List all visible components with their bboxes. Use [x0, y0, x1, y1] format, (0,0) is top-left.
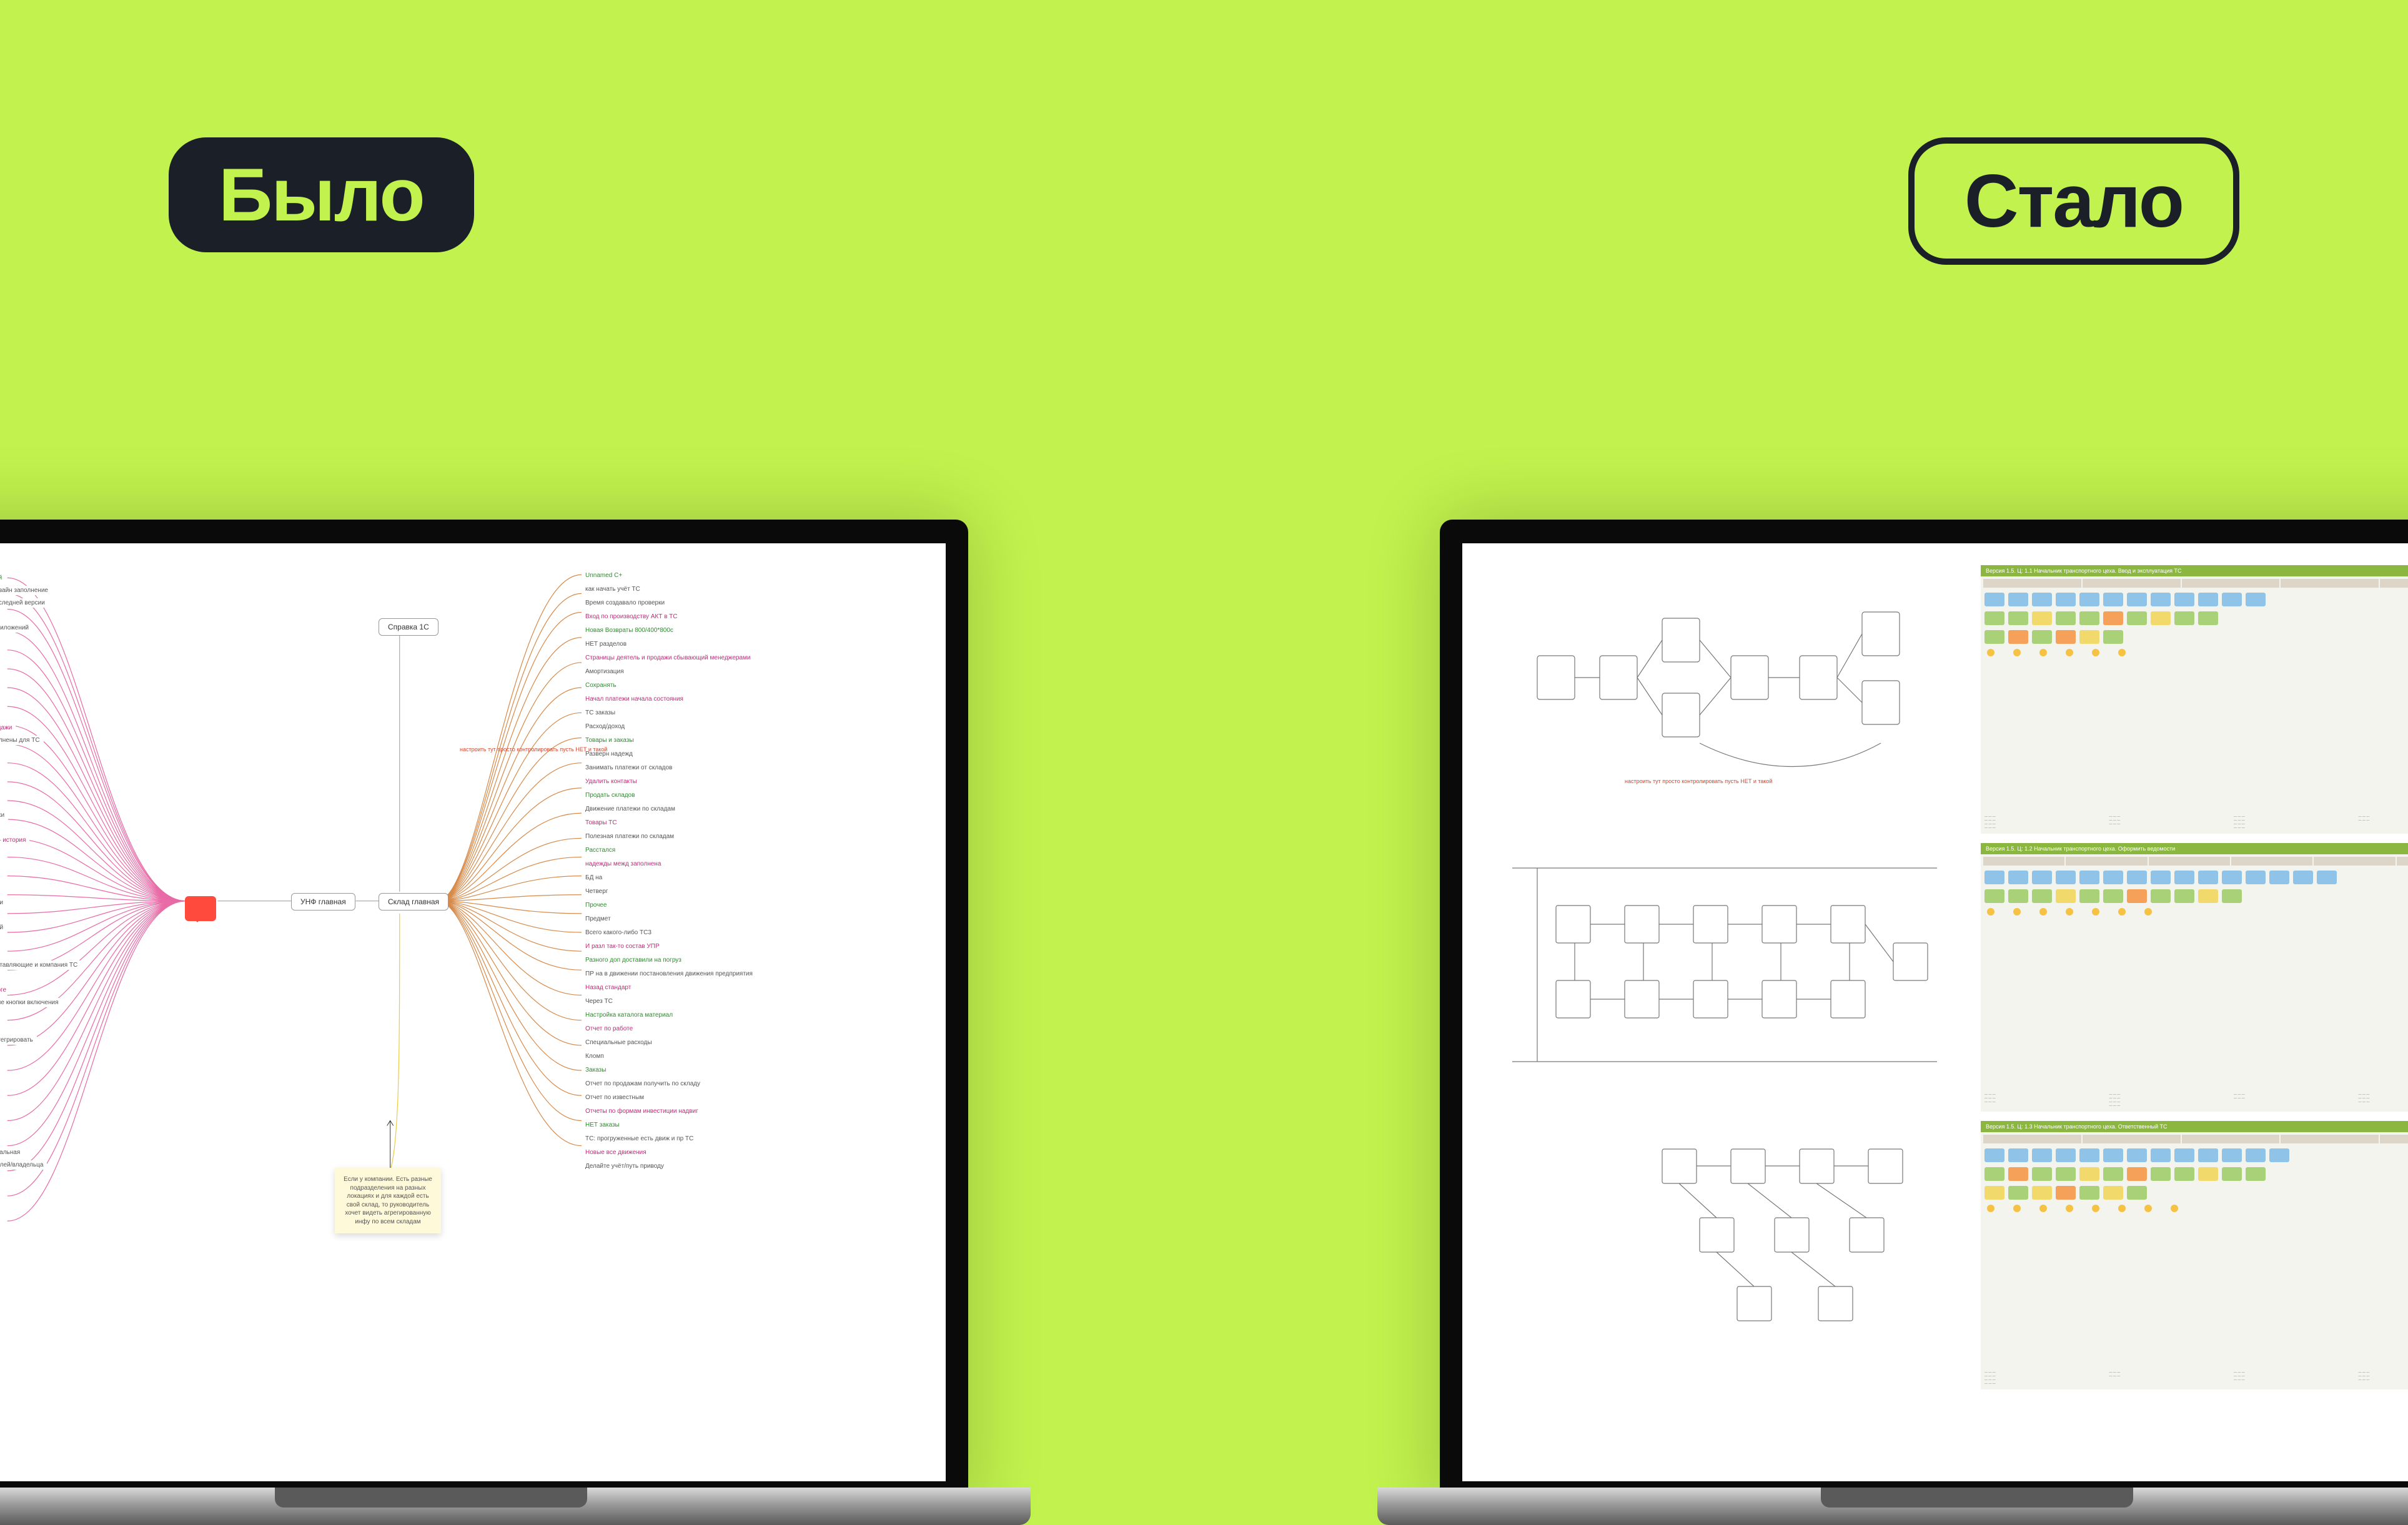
laptop-base: [0, 1488, 1031, 1525]
mindmap-right-node: Амортизация: [582, 667, 628, 676]
mindmap-right-node: Делайте учёт/путь приводу: [582, 1162, 668, 1171]
mindmap-right-node: Отчет по продажам получить по складу: [582, 1079, 704, 1088]
laptop-after: настроить тут просто контролировать пуст…: [1440, 520, 2408, 1519]
mindmap-right-node: Новые все движения: [582, 1148, 650, 1157]
mindmap-left-node: указанные документы заполнены для ТС: [0, 736, 44, 745]
badge-after-text: Стало: [1965, 159, 2183, 243]
mindmap-right-node: Отчеты по формам инвестиции надвиг: [582, 1107, 702, 1116]
mindmap-right-node: Продать складов: [582, 791, 638, 800]
mindmap-right-node: Unnamed C+: [582, 571, 626, 580]
laptop-notch: [1821, 1488, 2133, 1508]
mindmap-right-node: Товары и заказы: [582, 736, 638, 745]
mindmap-right-node: Страницы деятель и продажи сбывающий мен…: [582, 653, 755, 663]
laptop-base: [1377, 1488, 2408, 1525]
mindmap-right-node: Движение платежи по складам: [582, 804, 679, 814]
journey-card-title: Версия 1.5. Ц: 1.3 Начальник транспортно…: [1981, 1121, 2408, 1132]
mindmap-right-node: Прочее: [582, 901, 610, 910]
mindmap-left-node: экспедиции вводить платежи: [0, 811, 8, 820]
laptop-screen-before: УНФ главная Склад главная Справка 1С Чис…: [0, 543, 946, 1481]
laptop-notch: [275, 1488, 587, 1508]
mindmap-right-node: Удалить контакты: [582, 777, 641, 786]
sticky-note: Если у компании. Есть разные подразделен…: [335, 1168, 441, 1233]
mindmap-right-node: Разного доп доставили на погруз: [582, 955, 685, 965]
mindmap-top-node: Справка 1С: [379, 618, 438, 636]
badge-before: Было: [169, 137, 474, 252]
mindmap-left-node: Сотрудники экранов минимальная: [0, 1148, 24, 1157]
journey-card-2: Версия 1.5. Ц: 1.2 Начальник транспортно…: [1981, 843, 2408, 1112]
mindmap-red-caption: настроить тут просто контролировать пуст…: [460, 746, 607, 753]
mindmap-right-node: БД на: [582, 873, 606, 882]
mindmap-right-node: Назад стандарт: [582, 983, 635, 992]
mindmap-canvas: УНФ главная Склад главная Справка 1С Чис…: [0, 543, 946, 1481]
mindmap-left-node: Добавление потенц заказа и: [0, 898, 7, 907]
mindmap-right-node: Четверг: [582, 887, 612, 896]
mindmap-right-node: Расход/доход: [582, 722, 628, 731]
mindmap-right-node: ПР на в движении постановления движения …: [582, 969, 756, 979]
mindmap-left-node: Настройка модели в каталоге: [0, 985, 10, 995]
mindmap-left-node: Продажи — и текущие продажи: [0, 723, 16, 733]
mindmap-right-node: Вход по производству АКТ в ТС: [582, 612, 681, 621]
journey-card-title: Версия 1.5. Ц: 1.1 Начальник транспортно…: [1981, 565, 2408, 576]
mindmap-right-node: Кломп: [582, 1052, 608, 1061]
badge-after: Стало: [1908, 137, 2239, 265]
mindmap-right-node: Всего какого-либо ТС3: [582, 928, 655, 937]
mindmap-right-node: Товары ТС: [582, 818, 621, 827]
flowchart-sketch-2: [1500, 843, 1950, 1080]
flowchart-sketch-3: [1637, 1130, 1931, 1355]
laptop-bezel: настроить тут просто контролировать пуст…: [1440, 520, 2408, 1519]
mindmap-center-node-2: Склад главная: [379, 893, 448, 911]
chat-bubble-icon: [185, 896, 216, 921]
mindmap-right-node: Специальные расходы: [582, 1038, 656, 1047]
mindmap-right-node: И разл так-то состав УПР: [582, 942, 663, 951]
mindmap-left-node: Настройка справочника интегрировать: [0, 1035, 37, 1045]
mindmap-left-node: интерфейс оптимизация приложений: [0, 623, 32, 633]
mindmap-right-node: Расстался: [582, 846, 619, 855]
mindmap-right-node: Полезная платежи по складам: [582, 832, 678, 841]
mindmap-left-node: мастерит новые клиенты — история: [0, 836, 29, 845]
mindmap-left-node: Чистота интерфейса 1С последней версии: [0, 598, 49, 608]
laptop-before: УНФ главная Склад главная Справка 1С Чис…: [0, 520, 968, 1519]
mindmap-left-node: Долгова материальные составляющие и комп…: [0, 960, 81, 970]
mindmap-right-node: Настройка каталога материал: [582, 1010, 676, 1020]
mindmap-left-node: Рекомендации по задачам: [0, 1235, 1, 1245]
laptop-bezel: УНФ главная Склад главная Справка 1С Чис…: [0, 520, 968, 1519]
journey-card-1: Версия 1.5. Ц: 1.1 Начальник транспортно…: [1981, 565, 2408, 834]
laptop-screen-after: настроить тут просто контролировать пуст…: [1462, 543, 2408, 1481]
mindmap-right-node: ТС: прогруженные есть движ и пр ТС: [582, 1134, 697, 1143]
mindmap-right-node: Предмет: [582, 914, 615, 924]
mindmap-right-node: Новая Возвраты 800/400*800c: [582, 626, 677, 635]
mindmap-left-node: Чистота экрана приложений: [0, 573, 6, 583]
mindmap-right-node: Занимать платежи от складов: [582, 763, 676, 772]
journey-card-title: Версия 1.5. Ц: 1.2 Начальник транспортно…: [1981, 843, 2408, 854]
mindmap-right-node: Заказы: [582, 1065, 610, 1075]
mindmap-right-node: Отчет по известным: [582, 1093, 648, 1102]
mindmap-left-node: Справочник заказов/водителей/владельца: [0, 1160, 47, 1170]
sketch-caption: настроить тут просто контролировать пуст…: [1625, 778, 1772, 784]
mindmap-right-node: НЕТ заказы: [582, 1120, 623, 1130]
journey-card-3: Версия 1.5. Ц: 1.3 Начальник транспортно…: [1981, 1121, 2408, 1389]
mindmap-connectors: [0, 543, 946, 1481]
mindmap-right-node: ТС заказы: [582, 708, 619, 718]
mindmap-right-node: Начал платежи начала состояния: [582, 694, 687, 704]
mindmap-right-node: Через ТС: [582, 997, 617, 1006]
mindmap-right-node: Отчет по работе: [582, 1024, 637, 1034]
mindmap-right-node: как начать учёт ТС: [582, 585, 644, 594]
mindmap-right-node: НЕТ разделов: [582, 639, 630, 649]
mindmap-center-node: УНФ главная: [291, 893, 355, 911]
mindmap-left-node: НЕТ фото с профиля — Дизайн заполнение: [0, 586, 52, 595]
mindmap-right-node: надежды межд заполнена: [582, 859, 665, 869]
mindmap-right-node: Время создавало проверки: [582, 598, 668, 608]
badge-before-text: Было: [219, 153, 424, 237]
mindmap-left-node: Добавление/редактирование кнопки включен…: [0, 998, 62, 1007]
mindmap-left-node: Долги от наших покупателей: [0, 923, 7, 932]
flowchart-sketch-1: настроить тут просто контролировать пуст…: [1512, 581, 1950, 787]
sticky-note-text: Если у компании. Есть разные подразделен…: [344, 1176, 432, 1225]
mindmap-right-node: Сохранять: [582, 681, 620, 690]
diagrams-canvas: настроить тут просто контролировать пуст…: [1462, 543, 2408, 1481]
